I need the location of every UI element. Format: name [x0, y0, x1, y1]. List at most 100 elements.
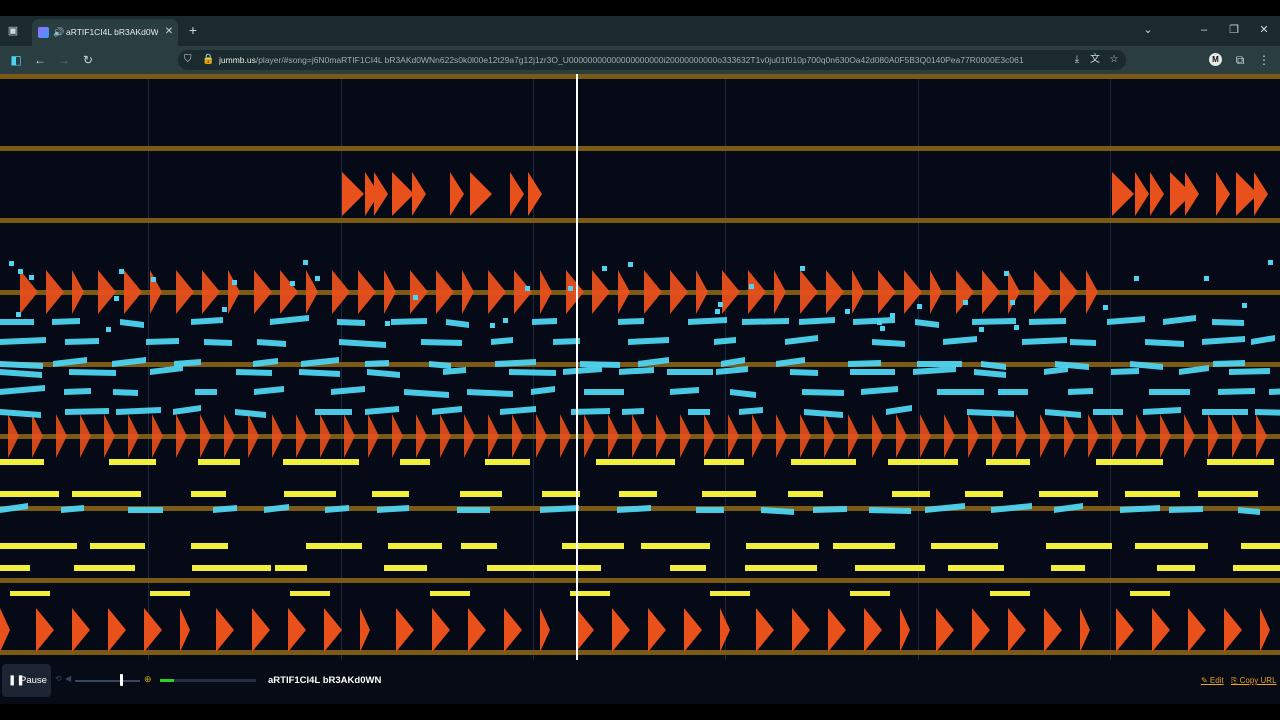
drum-note: [1040, 414, 1051, 458]
bass-note: [561, 565, 601, 571]
lead-note: [446, 319, 469, 328]
save-page-icon[interactable]: ⤓: [1070, 53, 1084, 67]
drum-note: [944, 414, 955, 458]
volume-slider-thumb[interactable]: [119, 674, 123, 686]
drum-note: [468, 608, 486, 652]
playback-progress-bar[interactable]: [160, 679, 256, 682]
bass-note: [384, 565, 427, 571]
high-note: [29, 275, 34, 280]
url-path: /player/#song=j6N0maRTIF1CI4L bR3AKd0WNn…: [255, 55, 1024, 65]
lead-note: [667, 369, 713, 375]
drum-note: [748, 270, 766, 314]
drum-note: [1064, 414, 1075, 458]
lead-note: [120, 319, 144, 328]
bass-note: [1039, 491, 1098, 497]
bass-note: [109, 459, 156, 465]
translate-icon[interactable]: 文: [1088, 53, 1102, 67]
drum-note: [224, 414, 235, 458]
drum-note: [576, 608, 594, 652]
url-text[interactable]: jummb.us/player/#song=j6N0maRTIF1CI4L bR…: [219, 54, 1065, 66]
edit-link[interactable]: ✎ Edit: [1201, 676, 1224, 686]
high-note: [715, 309, 720, 314]
lead-note: [886, 405, 912, 415]
high-note: [602, 266, 607, 271]
track-divider: [0, 578, 1280, 583]
lead-note: [457, 507, 490, 513]
speaker-icon[interactable]: 🔊: [53, 25, 64, 39]
bass-note: [290, 591, 330, 596]
drum-note: [930, 270, 942, 314]
lead-note: [739, 407, 763, 415]
player-controls: ❚❚ Pause ⟲ ◀ ⊕ aRTIF1CI4L bR3AKd0WN ✎ Ed…: [0, 660, 1280, 704]
drum-note: [1135, 172, 1149, 216]
drum-note: [8, 414, 19, 458]
lead-note: [1149, 389, 1190, 395]
lead-note: [191, 317, 223, 325]
bass-note: [192, 565, 271, 571]
lock-icon[interactable]: 🔒: [202, 53, 214, 67]
lead-note: [785, 335, 818, 345]
drum-note: [396, 608, 414, 652]
drum-note: [512, 414, 523, 458]
bass-note: [855, 565, 925, 571]
bass-note: [191, 491, 226, 497]
drum-note: [824, 414, 835, 458]
new-tab-button[interactable]: +: [186, 22, 200, 38]
drum-note: [144, 608, 162, 652]
lead-note: [0, 319, 34, 325]
drum-note: [1184, 414, 1195, 458]
reload-button[interactable]: ↻: [80, 51, 96, 69]
note-visualizer[interactable]: [0, 74, 1280, 660]
bass-note: [372, 491, 409, 497]
lead-note: [853, 317, 895, 325]
lead-note: [1143, 407, 1181, 415]
tab-list-chevron-icon[interactable]: ⌄: [1140, 22, 1156, 38]
restore-window-button[interactable]: ❐: [1226, 22, 1242, 38]
bass-note: [746, 543, 819, 549]
drum-note: [374, 172, 388, 216]
bass-note: [745, 565, 817, 571]
high-note: [749, 284, 754, 289]
lead-note: [622, 408, 644, 415]
lead-note: [872, 339, 905, 347]
extensions-icon[interactable]: ⧉: [1232, 51, 1248, 69]
drum-note: [80, 414, 91, 458]
drum-note: [462, 270, 474, 314]
drum-note: [536, 414, 547, 458]
drum-note: [288, 608, 306, 652]
drum-note: [592, 270, 610, 314]
bookmark-star-icon[interactable]: ☆: [1107, 53, 1121, 67]
volume-slider-track[interactable]: [75, 680, 140, 682]
copy-url-link[interactable]: ⎘ Copy URL: [1231, 676, 1277, 686]
high-note: [119, 269, 124, 274]
bass-note: [72, 491, 141, 497]
drum-note: [32, 414, 43, 458]
profile-avatar[interactable]: M: [1209, 53, 1222, 66]
bass-note: [0, 543, 77, 549]
tracking-shield-icon[interactable]: ⛉: [184, 53, 192, 67]
address-bar[interactable]: ⛉ 🔒 jummb.us/player/#song=j6N0maRTIF1CI4…: [178, 50, 1126, 70]
zoom-icon[interactable]: ⊕: [144, 674, 152, 685]
drum-note: [584, 414, 595, 458]
forward-button[interactable]: →: [56, 51, 72, 69]
minimize-window-button[interactable]: –: [1196, 22, 1212, 38]
drum-note: [1060, 270, 1078, 314]
close-tab-icon[interactable]: ✕: [163, 25, 175, 39]
drum-note: [1216, 172, 1230, 216]
sidebar-toggle-icon[interactable]: ◧: [8, 51, 24, 69]
back-button[interactable]: ←: [32, 51, 48, 69]
tab-search-icon[interactable]: ▣: [4, 23, 22, 39]
tab-title: aRTIF1CI4L bR3AKd0WN - J: [66, 27, 158, 37]
drum-note: [368, 414, 379, 458]
bass-note: [90, 543, 145, 549]
lead-note: [584, 389, 624, 395]
pause-button[interactable]: ❚❚ Pause: [2, 664, 51, 697]
browser-tab[interactable]: 🔊 aRTIF1CI4L bR3AKd0WN - J ✕: [32, 19, 178, 46]
loop-icon[interactable]: ⟲: [55, 674, 62, 684]
lead-note: [790, 369, 818, 376]
close-window-button[interactable]: ✕: [1256, 22, 1272, 38]
lead-note: [195, 389, 217, 395]
app-menu-icon[interactable]: ⋮: [1256, 51, 1272, 69]
volume-icon[interactable]: ◀: [65, 674, 71, 684]
drum-note: [124, 270, 142, 314]
